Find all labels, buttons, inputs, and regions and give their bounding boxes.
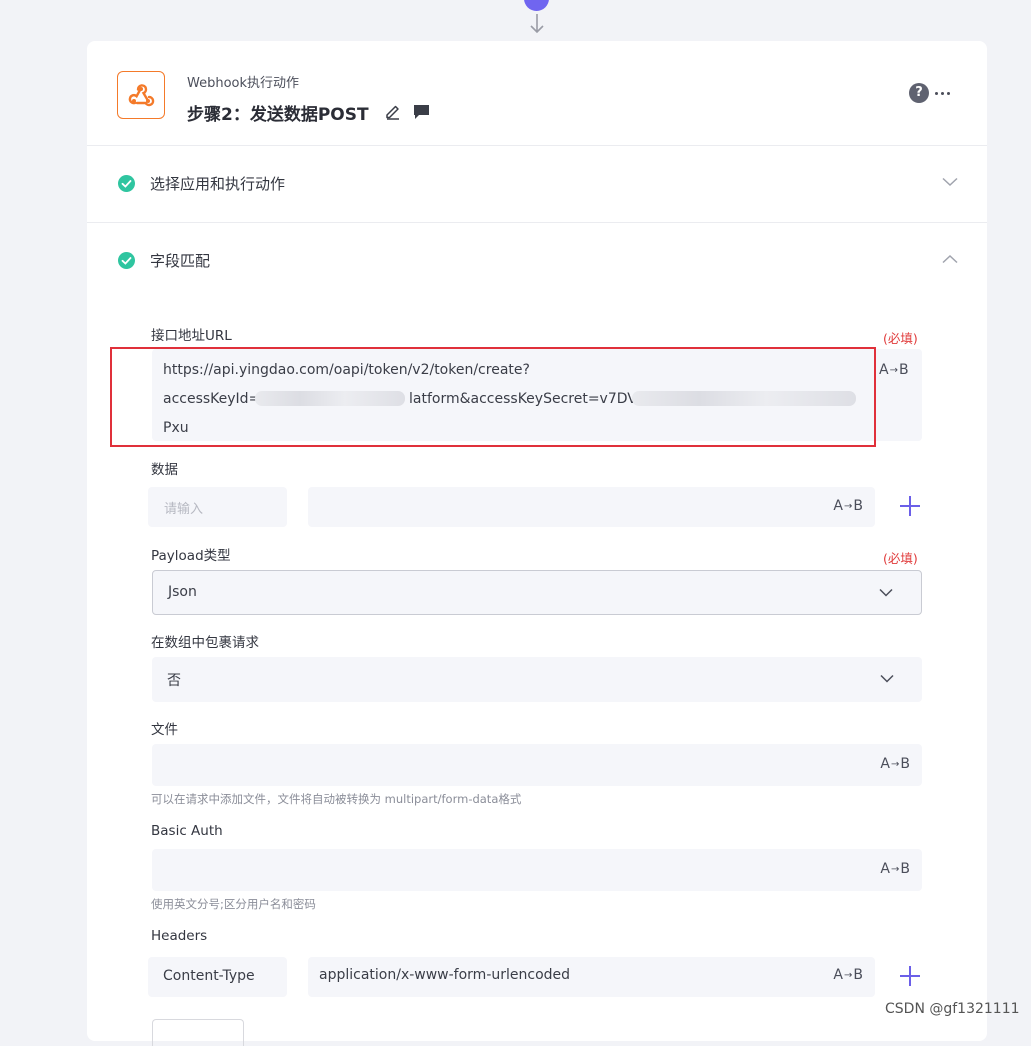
header-key-value: Content-Type: [163, 968, 255, 984]
wrap-array-label: 在数组中包裹请求: [151, 635, 259, 651]
partial-button[interactable]: [152, 1019, 244, 1046]
file-input[interactable]: A→B: [152, 744, 922, 786]
data-value-input[interactable]: A→B: [308, 487, 875, 527]
required-mark: (必填): [883, 331, 918, 346]
step-title: 步骤2：发送数据POST: [187, 105, 369, 125]
step-card: Webhook执行动作 步骤2：发送数据POST ? 选择应用和执行动作 字段匹…: [87, 41, 987, 1046]
section-title: 字段匹配: [150, 252, 211, 270]
chevron-down-icon: [879, 588, 893, 597]
header-value-input[interactable]: application/x-www-form-urlencoded A→B: [308, 957, 875, 997]
webhook-logo: [117, 71, 165, 119]
help-icon[interactable]: ?: [909, 83, 929, 103]
required-mark: (必填): [883, 551, 918, 566]
watermark: CSDN @gf1321111: [885, 1001, 1020, 1017]
section-title: 选择应用和执行动作: [150, 175, 286, 193]
payload-type-value: Json: [168, 584, 197, 600]
check-circle-icon: [118, 175, 135, 192]
header-value-text: application/x-www-form-urlencoded: [319, 967, 571, 983]
more-options-icon[interactable]: [935, 83, 951, 103]
data-key-placeholder: 请输入: [164, 502, 204, 517]
ab-toggle[interactable]: A→B: [880, 756, 910, 772]
ab-toggle[interactable]: A→B: [833, 498, 863, 514]
basic-auth-hint: 使用英文分号;区分用户名和密码: [151, 897, 316, 911]
wrap-array-value: 否: [167, 673, 181, 689]
data-label: 数据: [151, 462, 178, 478]
section-select-app[interactable]: 选择应用和执行动作: [87, 146, 987, 223]
add-header-icon[interactable]: [900, 966, 920, 986]
url-ab-area: A→B: [873, 349, 922, 441]
ab-toggle[interactable]: A→B: [880, 861, 910, 877]
basic-auth-label: Basic Auth: [151, 823, 223, 839]
file-label: 文件: [151, 722, 178, 738]
chevron-down-icon: [880, 674, 894, 683]
arrow-down-icon: [530, 14, 544, 34]
headers-label: Headers: [151, 928, 208, 944]
edit-pencil-icon[interactable]: [384, 102, 402, 120]
chevron-down-icon[interactable]: [942, 177, 958, 187]
data-key-input[interactable]: 请输入: [148, 487, 287, 527]
payload-type-select[interactable]: Json: [152, 570, 922, 615]
annotation-highlight-box: [110, 347, 876, 447]
comment-icon[interactable]: [413, 104, 430, 120]
payload-type-label: Payload类型: [151, 548, 231, 564]
ab-toggle[interactable]: A→B: [833, 967, 863, 983]
action-type-label: Webhook执行动作: [187, 76, 300, 91]
flow-node-dot: [524, 0, 549, 11]
file-hint: 可以在请求中添加文件，文件将自动被转换为 multipart/form-data…: [151, 792, 522, 806]
webhook-icon: [128, 84, 155, 107]
step-header: Webhook执行动作 步骤2：发送数据POST ?: [87, 41, 987, 146]
add-data-icon[interactable]: [900, 496, 920, 516]
header-key-input[interactable]: Content-Type: [148, 957, 287, 997]
basic-auth-input[interactable]: A→B: [152, 849, 922, 891]
check-circle-icon: [118, 252, 135, 269]
section-field-mapping[interactable]: 字段匹配: [87, 223, 987, 299]
url-label: 接口地址URL: [151, 328, 232, 344]
wrap-array-select[interactable]: 否: [152, 657, 922, 702]
chevron-up-icon[interactable]: [942, 254, 958, 264]
ab-toggle[interactable]: A→B: [879, 362, 909, 378]
